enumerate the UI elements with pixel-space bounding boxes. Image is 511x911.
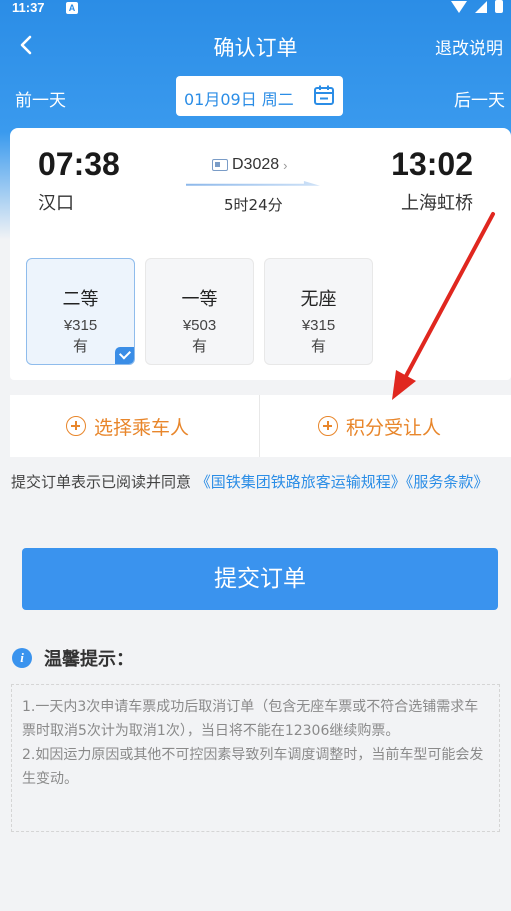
date-picker[interactable]: 01月09日 周二 <box>176 76 343 116</box>
status-bar: 11:37 A <box>0 0 511 18</box>
train-info-card: 07:38 汉口 D3028 › 5时24分 13:02 上海虹桥 二等 ¥31… <box>10 128 511 380</box>
selected-date: 01月09日 周二 <box>184 90 294 109</box>
info-icon: i <box>12 648 32 668</box>
trip-duration: 5时24分 <box>224 196 283 214</box>
service-terms-link[interactable]: 《服务条款》 <box>406 473 489 491</box>
train-number-link[interactable]: D3028 › <box>212 156 288 174</box>
status-time: 11:37 <box>12 0 45 15</box>
train-number: D3028 <box>232 156 280 173</box>
tips-header: i 温馨提示： <box>12 645 134 671</box>
submit-order-button[interactable]: 提交订单 <box>22 548 498 610</box>
battery-icon <box>495 0 503 13</box>
divider <box>259 395 260 457</box>
seat-class: 二等 <box>62 289 99 310</box>
date-navigation: 前一天 01月09日 周二 后一天 <box>0 76 511 116</box>
notification-icon: A <box>66 2 78 14</box>
chevron-right-icon: › <box>283 157 288 173</box>
checkmark-icon <box>115 347 134 364</box>
transport-rules-link[interactable]: 《国铁集团铁路旅客运输规程》 <box>196 473 406 491</box>
seat-class-list: 二等 ¥315 有 一等 ¥503 有 无座 ¥315 有 <box>26 258 373 365</box>
select-passenger-button[interactable]: 选择乘车人 <box>66 395 189 457</box>
ticket-icon <box>212 159 228 171</box>
plus-circle-icon <box>318 416 338 436</box>
seat-availability: 有 <box>310 337 326 355</box>
arrival-station: 上海虹桥 <box>401 193 473 214</box>
plus-circle-icon <box>66 416 86 436</box>
seat-class: 一等 <box>181 289 218 310</box>
title-bar: 确认订单 退改说明 <box>0 28 511 64</box>
seat-option-second-class[interactable]: 二等 ¥315 有 <box>26 258 135 365</box>
departure-station: 汉口 <box>38 193 74 214</box>
next-day-button[interactable]: 后一天 <box>454 86 505 111</box>
seat-price: ¥315 <box>301 317 336 334</box>
tips-box: 1.一天内3次申请车票成功后取消订单（包含无座车票或不符合选铺需求车票时取消5次… <box>11 684 500 832</box>
seat-option-first-class[interactable]: 一等 ¥503 有 <box>145 258 254 365</box>
seat-class: 无座 <box>300 289 337 310</box>
refund-policy-link[interactable]: 退改说明 <box>435 34 503 59</box>
tips-title: 温馨提示： <box>44 649 134 670</box>
seat-availability: 有 <box>191 337 207 355</box>
select-passenger-label: 选择乘车人 <box>94 416 190 439</box>
signal-icon <box>475 0 487 13</box>
tip-line: 2.如因运力原因或其他不可控因素导致列车调度调整时，当前车型可能会发生变动。 <box>22 747 484 787</box>
arrival-time: 13:02 <box>391 146 473 182</box>
departure-time: 07:38 <box>38 146 120 182</box>
agreement-prefix: 提交订单表示已阅读并同意 <box>11 473 192 491</box>
wifi-icon <box>451 0 467 13</box>
route-arrow-icon <box>186 181 320 186</box>
points-transferee-button[interactable]: 积分受让人 <box>318 395 441 457</box>
seat-option-standing[interactable]: 无座 ¥315 有 <box>264 258 373 365</box>
agreement-text: 提交订单表示已阅读并同意 《国铁集团铁路旅客运输规程》《服务条款》 <box>11 468 505 497</box>
seat-price: ¥503 <box>182 317 217 334</box>
passenger-actions: 选择乘车人 积分受让人 <box>10 395 511 457</box>
calendar-icon <box>314 85 334 105</box>
points-transferee-label: 积分受让人 <box>346 416 442 439</box>
tip-line: 1.一天内3次申请车票成功后取消订单（包含无座车票或不符合选铺需求车票时取消5次… <box>22 699 479 739</box>
seat-price: ¥315 <box>63 317 98 334</box>
previous-day-button[interactable]: 前一天 <box>15 86 66 111</box>
